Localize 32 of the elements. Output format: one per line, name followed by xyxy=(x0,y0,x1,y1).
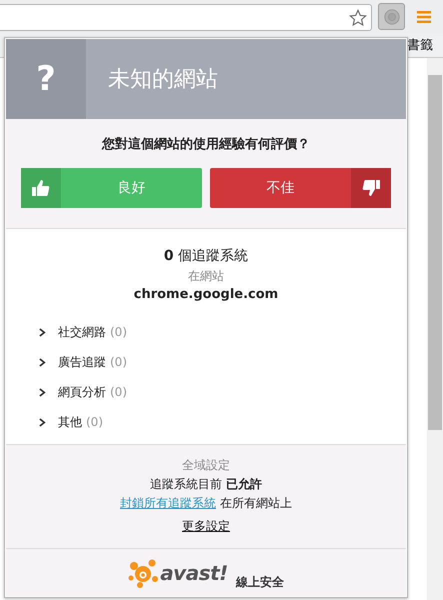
chevron-icon[interactable] xyxy=(39,388,46,396)
question-mark-icon: ? xyxy=(6,39,86,119)
global-settings-title: 全域設定 xyxy=(182,457,230,474)
more-settings-link[interactable]: 更多設定 xyxy=(182,518,230,535)
category-label[interactable]: 社交網路 xyxy=(58,324,106,340)
category-label[interactable]: 廣告追蹤 xyxy=(58,354,106,370)
chevron-icon[interactable] xyxy=(39,358,46,366)
scrollbar-thumb[interactable] xyxy=(428,75,442,430)
scrollbar[interactable] xyxy=(427,58,443,600)
bad-button[interactable]: 不佳 xyxy=(210,168,391,208)
avast-ball-icon xyxy=(128,558,158,588)
category-count: (0) xyxy=(110,355,127,369)
chevron-icon[interactable] xyxy=(39,328,46,336)
bookmarks-label[interactable]: 書籤 xyxy=(407,36,433,54)
site-status-title: 未知的網站 xyxy=(108,66,218,94)
star-icon[interactable] xyxy=(349,8,367,26)
site-domain: chrome.google.com xyxy=(132,287,280,302)
chevron-icon[interactable] xyxy=(39,418,46,426)
category-count: (0) xyxy=(86,415,103,429)
block-scope-text: 在所有網站上 xyxy=(220,495,292,512)
avast-logo: avast! xyxy=(160,560,228,584)
rating-question: 您對這個網站的使用經驗有何評價？ xyxy=(100,136,311,153)
category-count: (0) xyxy=(110,385,127,399)
category-label[interactable]: 網頁分析 xyxy=(58,384,106,400)
tagline: 線上安全 xyxy=(236,574,284,591)
tracker-count: 0 個追蹤系統 xyxy=(162,247,250,265)
category-label[interactable]: 其他 xyxy=(58,414,82,430)
thumbs-down-icon xyxy=(361,178,381,198)
thumbs-up-icon xyxy=(31,178,51,198)
category-count: (0) xyxy=(110,325,127,339)
tracker-status: 追蹤系統目前 已允許 xyxy=(150,476,262,493)
site-label: 在網站 xyxy=(187,268,225,285)
